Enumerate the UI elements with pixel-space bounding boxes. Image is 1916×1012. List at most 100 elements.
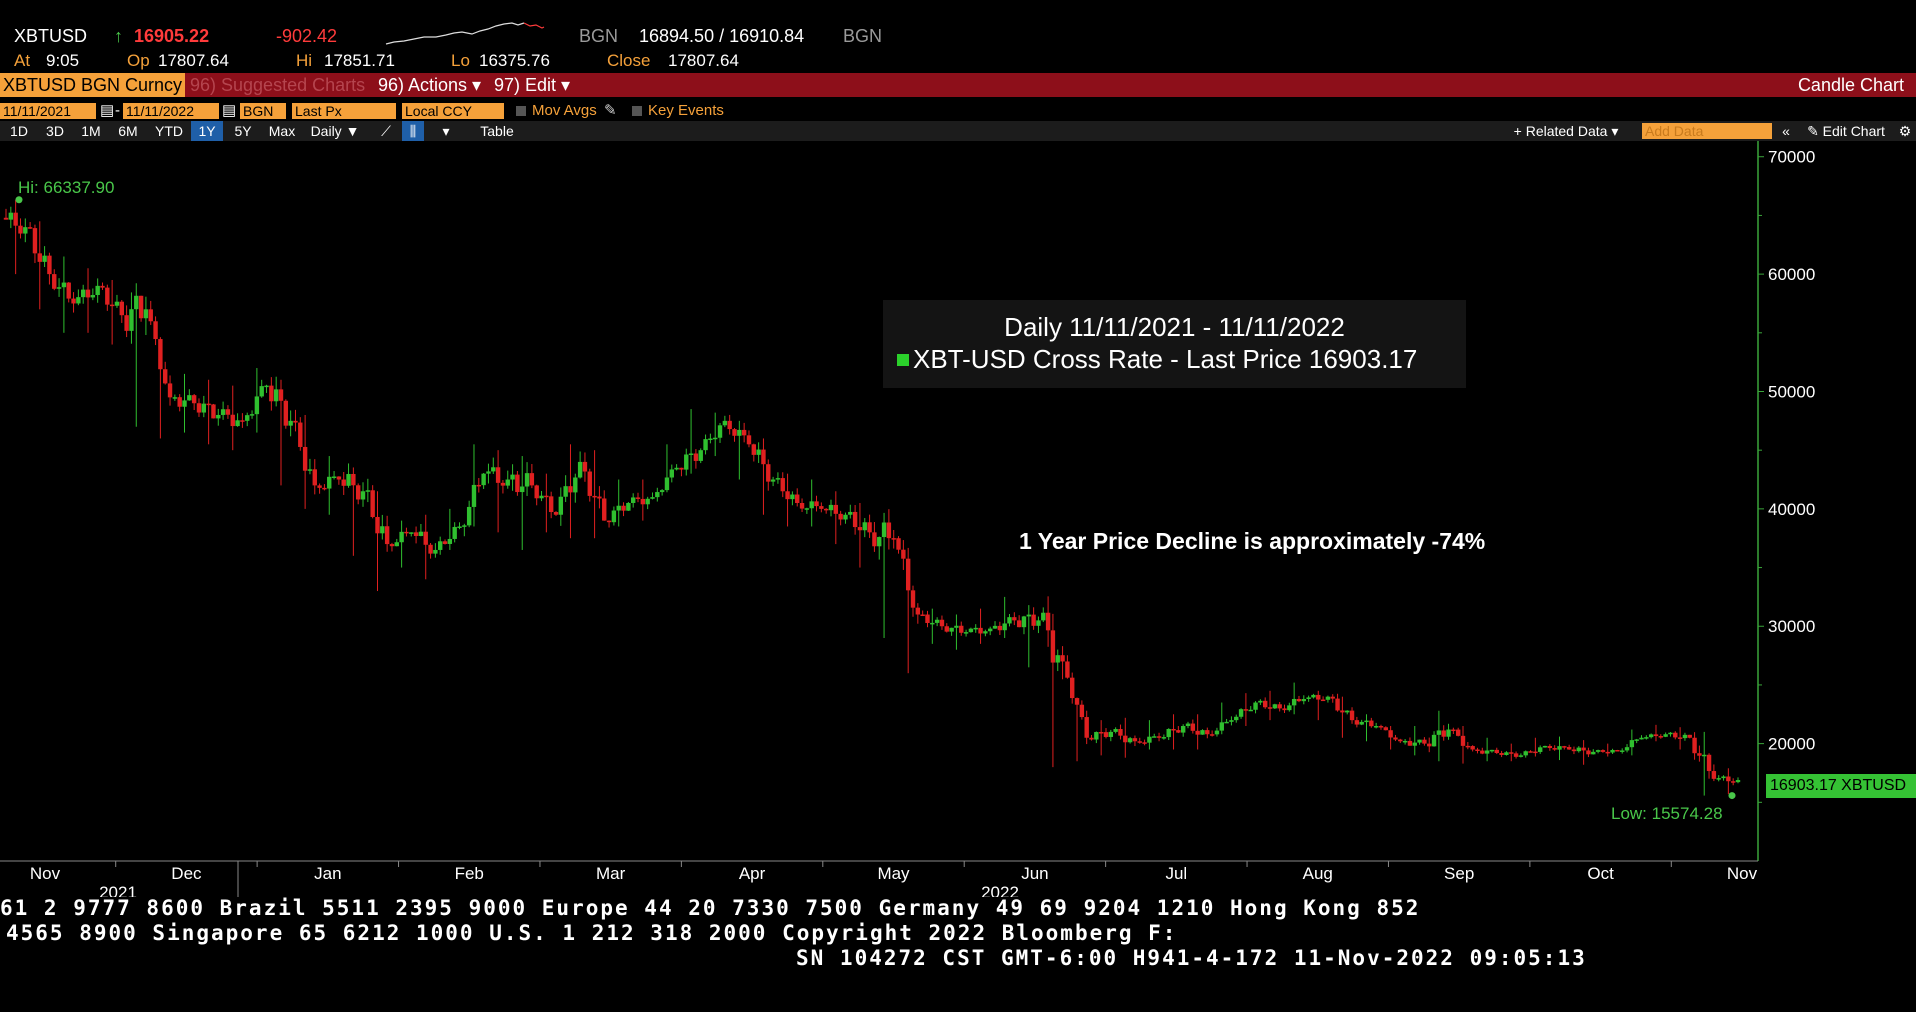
frequency-selector[interactable]: Daily ▼	[306, 121, 364, 141]
candle-body	[1031, 614, 1036, 626]
candle-body	[934, 619, 940, 623]
candle-body	[1036, 620, 1041, 626]
candle-body	[684, 454, 689, 470]
candle-body	[1248, 709, 1253, 712]
candle-body	[293, 420, 298, 423]
candle-body	[85, 289, 91, 298]
security-field[interactable]: XBTUSD BGN Curncy	[0, 73, 186, 97]
candle-body	[1243, 709, 1249, 711]
candle-body	[1074, 698, 1080, 705]
close-value: 17807.64	[668, 51, 739, 70]
candle-body	[409, 532, 414, 534]
candle-body	[360, 491, 366, 500]
start-date-field[interactable]: 11/11/2021	[0, 103, 96, 119]
candle-body	[47, 255, 52, 275]
key-events-checkbox[interactable]	[632, 106, 642, 116]
candle-body	[1422, 739, 1427, 744]
candle-body	[1480, 750, 1485, 754]
candle-body	[823, 508, 829, 511]
period-max[interactable]: Max	[264, 121, 300, 141]
candle-body	[790, 494, 795, 500]
candle-body	[1523, 751, 1528, 756]
candle-body	[433, 549, 438, 554]
add-data-input[interactable]: Add Data	[1642, 123, 1772, 139]
candle-body	[1600, 750, 1606, 752]
period-3d[interactable]: 3D	[40, 121, 70, 141]
edit-menu[interactable]: 97) Edit ▾	[494, 73, 570, 97]
gear-icon[interactable]: ⚙	[1896, 121, 1914, 141]
candle-chart[interactable]: 20000 30000 40000 50000 60000 70000 Nov Dec Jan…	[0, 141, 1916, 897]
candle-body	[1118, 729, 1123, 736]
candle-body	[1644, 737, 1649, 739]
period-6m[interactable]: 6M	[112, 121, 144, 141]
candle-body	[1098, 732, 1104, 734]
x-month-label: Oct	[1587, 864, 1614, 883]
candle-body	[819, 506, 824, 509]
pencil-icon[interactable]: ✎	[604, 103, 617, 119]
period-5y[interactable]: 5Y	[228, 121, 258, 141]
candle-body	[881, 522, 887, 538]
candle-body	[814, 501, 819, 507]
candle-body	[355, 485, 361, 500]
candle-body	[804, 508, 810, 510]
candle-body	[1484, 750, 1490, 754]
currency-selector[interactable]: Local CCY	[402, 103, 504, 119]
candle-body	[1359, 721, 1364, 725]
calendar-icon[interactable]: ▤	[222, 103, 236, 119]
candle-body	[828, 504, 834, 511]
collapse-icon[interactable]: «	[1778, 121, 1794, 141]
candle-body	[1262, 700, 1268, 708]
candle-body	[1494, 749, 1499, 754]
period-1y[interactable]: 1Y	[191, 121, 223, 141]
period-ytd[interactable]: YTD	[150, 121, 188, 141]
suggested-charts-menu[interactable]: 96) Suggested Charts	[190, 73, 365, 97]
candle-body	[481, 473, 486, 486]
table-button[interactable]: Table	[474, 121, 520, 141]
end-date-field[interactable]: 11/11/2022	[123, 103, 219, 119]
actions-menu[interactable]: 96) Actions ▾	[378, 73, 481, 97]
related-data-button[interactable]: + Related Data ▾	[1506, 121, 1626, 141]
line-chart-icon[interactable]: ⟋	[376, 121, 396, 141]
x-month-label: Nov	[30, 864, 61, 883]
candle-body	[341, 479, 346, 486]
candle-body	[698, 450, 703, 461]
candle-body	[510, 474, 515, 480]
period-1d[interactable]: 1D	[4, 121, 34, 141]
candle-body	[1335, 698, 1340, 711]
candle-body	[1427, 743, 1432, 747]
date-dash: -	[115, 102, 120, 119]
candle-body	[558, 496, 564, 515]
calendar-icon[interactable]: ▤	[100, 103, 114, 119]
candle-chart-icon[interactable]: ⫼	[402, 121, 424, 141]
candle-body	[1113, 729, 1118, 732]
candle-body	[1229, 720, 1234, 722]
key-events-label[interactable]: Key Events	[648, 103, 724, 119]
field-selector[interactable]: Last Px	[292, 103, 396, 119]
chart-legend: Daily 11/11/2021 - 11/11/2022 XBT-USD Cr…	[883, 300, 1466, 388]
candle-body	[833, 504, 839, 514]
candle-body	[1354, 720, 1360, 725]
candle-body	[1581, 747, 1586, 751]
candle-body	[1180, 726, 1186, 733]
candle-body	[3, 217, 9, 220]
edit-chart-button[interactable]: ✎ Edit Chart	[1798, 121, 1894, 141]
candle-body	[1330, 696, 1335, 699]
candle-body	[1653, 734, 1659, 737]
chevron-down-icon[interactable]: ▾	[438, 121, 454, 141]
candle-body	[795, 494, 800, 503]
source-field[interactable]: BGN	[240, 103, 286, 119]
x-year-label: 2022	[981, 883, 1019, 897]
y-tick-label: 50000	[1768, 382, 1815, 401]
period-1m[interactable]: 1M	[76, 121, 106, 141]
mov-avgs-label[interactable]: Mov Avgs	[532, 103, 597, 119]
low-marker	[1728, 792, 1736, 800]
candle-body	[1663, 734, 1668, 737]
candle-body	[1055, 655, 1060, 663]
candle-body	[930, 622, 935, 625]
candle-body	[264, 385, 269, 388]
candle-body	[877, 537, 882, 547]
mov-avgs-checkbox[interactable]	[516, 106, 526, 116]
candle-body	[230, 414, 235, 427]
low-label: Lo	[451, 51, 470, 70]
up-arrow-icon: ↑	[114, 26, 123, 46]
